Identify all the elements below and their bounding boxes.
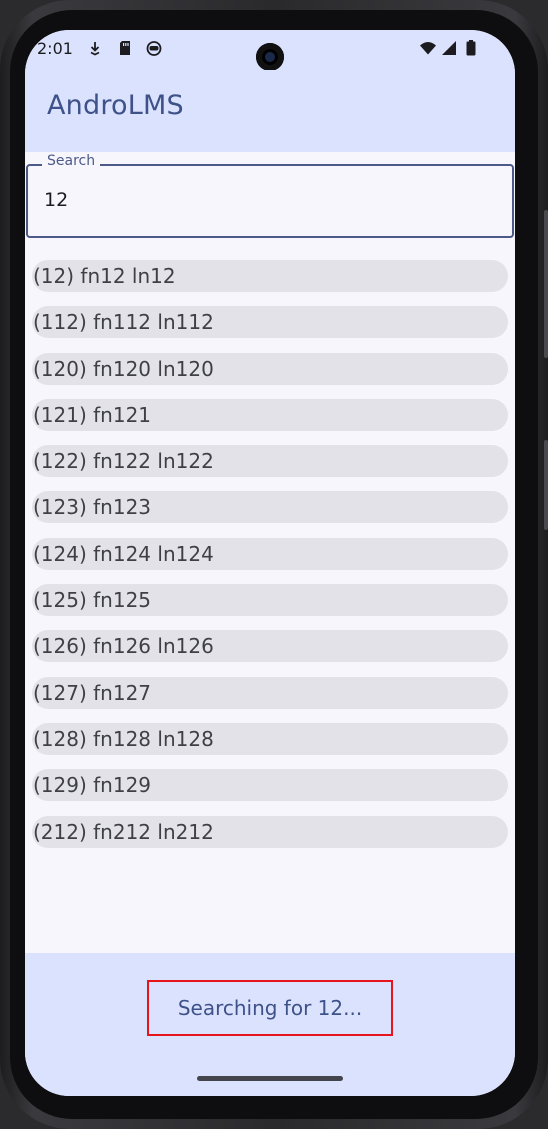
result-list-item[interactable]: (125) fn125 bbox=[32, 584, 508, 617]
home-indicator[interactable] bbox=[197, 1076, 343, 1081]
battery-icon bbox=[466, 40, 476, 56]
result-list-item[interactable]: (128) fn128 ln128 bbox=[32, 722, 508, 755]
sd-card-icon bbox=[120, 41, 130, 55]
cell-signal-icon bbox=[442, 41, 456, 55]
volume-button bbox=[544, 210, 548, 358]
result-list-item[interactable]: (123) fn123 bbox=[32, 491, 508, 524]
phone-frame: 2:01 AndroLMS Search 12 (12) fn12 ln12 (… bbox=[0, 0, 548, 1129]
bottom-bar: Searching for 12... bbox=[25, 953, 515, 1096]
result-list-item[interactable]: (122) fn122 ln122 bbox=[32, 445, 508, 478]
search-label: Search bbox=[42, 153, 101, 169]
result-list-item[interactable]: (127) fn127 bbox=[32, 676, 508, 709]
status-message: Searching for 12... bbox=[147, 980, 393, 1036]
screen: 2:01 AndroLMS Search 12 (12) fn12 ln12 (… bbox=[25, 30, 515, 1096]
app-title: AndroLMS bbox=[47, 90, 184, 121]
result-list-item[interactable]: (120) fn120 ln120 bbox=[32, 352, 508, 385]
search-field[interactable]: Search bbox=[26, 153, 514, 238]
status-time: 2:01 bbox=[37, 39, 73, 58]
result-list-item[interactable]: (124) fn124 ln124 bbox=[32, 537, 508, 570]
status-bar: 2:01 bbox=[25, 30, 515, 71]
result-list-item[interactable]: (129) fn129 bbox=[32, 769, 508, 802]
android-face-icon bbox=[146, 41, 162, 56]
app-bar: AndroLMS bbox=[25, 70, 515, 152]
front-camera bbox=[256, 43, 284, 71]
result-list-item[interactable]: (212) fn212 ln212 bbox=[32, 815, 508, 848]
search-input[interactable] bbox=[44, 186, 484, 214]
result-list-item[interactable]: (12) fn12 ln12 bbox=[32, 260, 508, 292]
result-list-item[interactable]: (112) fn112 ln112 bbox=[32, 306, 508, 339]
wifi-icon bbox=[420, 42, 436, 55]
power-button bbox=[544, 440, 548, 530]
result-list-item[interactable]: (121) fn121 bbox=[32, 398, 508, 431]
download-icon bbox=[90, 42, 100, 56]
results-list: (12) fn12 ln12 (112) fn112 ln112 (120) fn1… bbox=[32, 260, 508, 862]
result-list-item[interactable]: (126) fn126 ln126 bbox=[32, 630, 508, 663]
